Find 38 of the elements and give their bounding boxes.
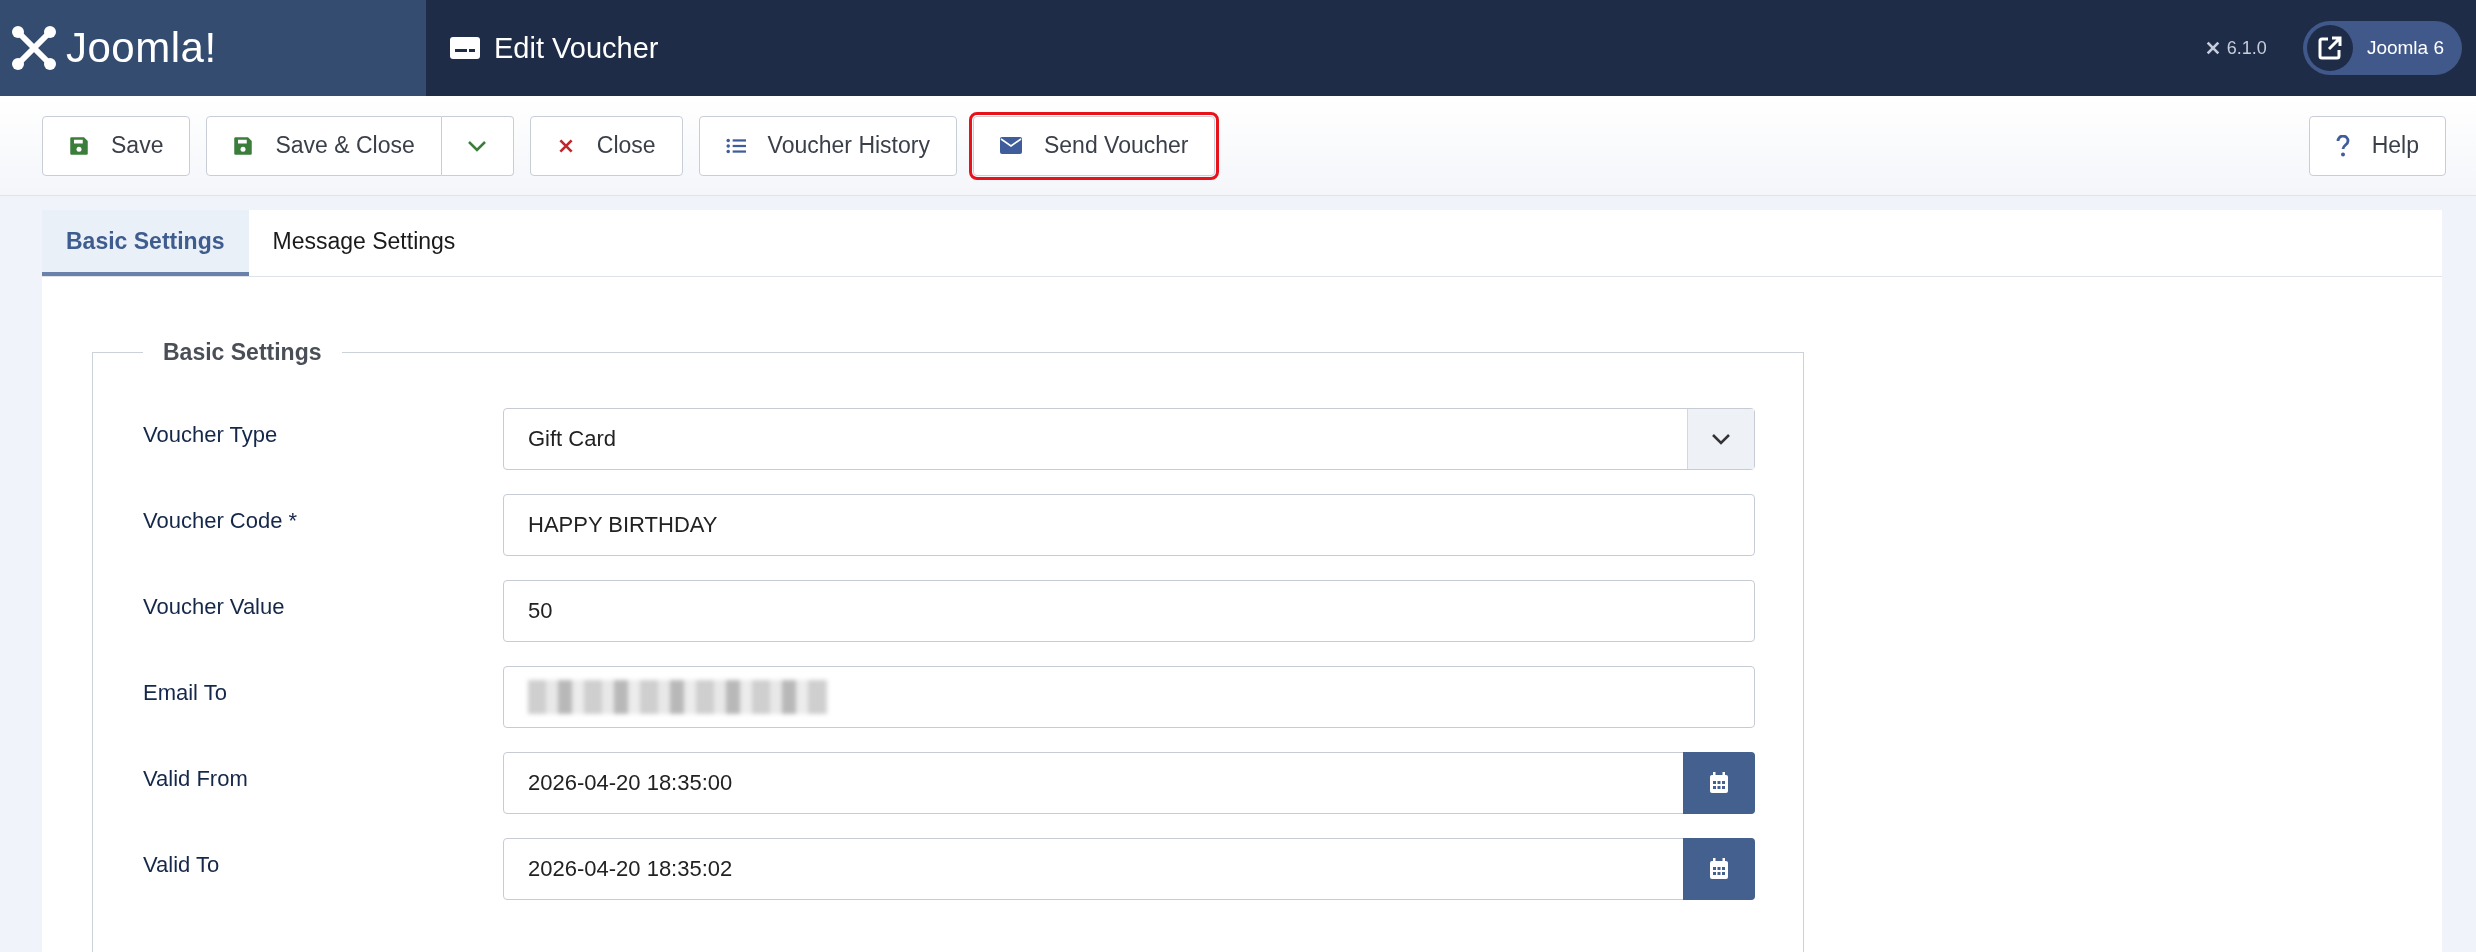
field-label: Email To — [143, 679, 228, 706]
joomla-logo-icon — [2204, 40, 2221, 56]
list-icon — [725, 136, 746, 155]
tab[interactable]: Basic Settings — [42, 210, 249, 276]
input-field[interactable]: HAPPY BIRTHDAY — [503, 494, 1755, 556]
input-field[interactable]: 50 — [503, 580, 1755, 642]
select-field[interactable]: Gift Card — [503, 408, 1755, 470]
toolbar-button[interactable]: Voucher History — [698, 115, 957, 176]
version-text: 6.1.0 — [2226, 37, 2267, 59]
field-label: Voucher Type — [143, 421, 279, 448]
calendar-button[interactable] — [1683, 752, 1755, 814]
page-title: Edit Voucher — [494, 31, 659, 65]
id-card-icon — [450, 37, 480, 59]
field-label: Voucher Value — [143, 593, 286, 620]
field-label: Valid From — [143, 765, 249, 792]
question-mark-icon — [2335, 134, 2350, 157]
input-field[interactable] — [503, 666, 1755, 728]
calendar-icon — [1709, 772, 1729, 794]
date-field[interactable]: 2026-04-20 18:35:02 — [503, 838, 1755, 900]
external-link-icon — [2316, 35, 2343, 61]
calendar-icon — [1709, 858, 1729, 880]
toolbar-button[interactable]: Save — [42, 115, 191, 176]
date-field[interactable]: 2026-04-20 18:35:00 — [503, 752, 1755, 814]
dropdown-toggle[interactable] — [441, 115, 514, 176]
field-label: Valid To — [143, 851, 221, 878]
logo-text: Joomla! — [66, 24, 217, 72]
chevron-down-icon — [467, 139, 488, 152]
help-button[interactable]: Help — [2308, 115, 2446, 176]
joomla-logo-icon — [10, 24, 58, 72]
toolbar-button[interactable]: Save & Close — [206, 115, 442, 176]
envelope-icon — [999, 137, 1022, 154]
calendar-button[interactable] — [1683, 838, 1755, 900]
logo-panel[interactable]: Joomla! — [0, 0, 426, 96]
site-link-button[interactable]: Joomla 6 — [2302, 21, 2462, 75]
fieldset-legend: Basic Settings — [143, 339, 342, 366]
toolbar-button[interactable]: Close — [529, 115, 683, 176]
chevron-down-icon — [1711, 433, 1731, 445]
field-label: Voucher Code * — [143, 507, 299, 534]
